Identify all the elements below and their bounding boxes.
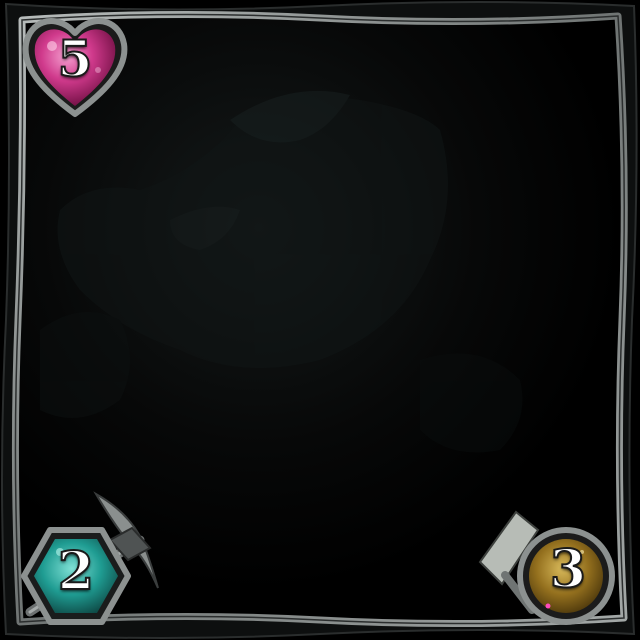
durability-value: 3 (549, 539, 587, 600)
game-card[interactable]: 5 2 3 (0, 0, 640, 640)
attack-value: 2 (57, 541, 95, 602)
health-value: 5 (57, 29, 94, 88)
